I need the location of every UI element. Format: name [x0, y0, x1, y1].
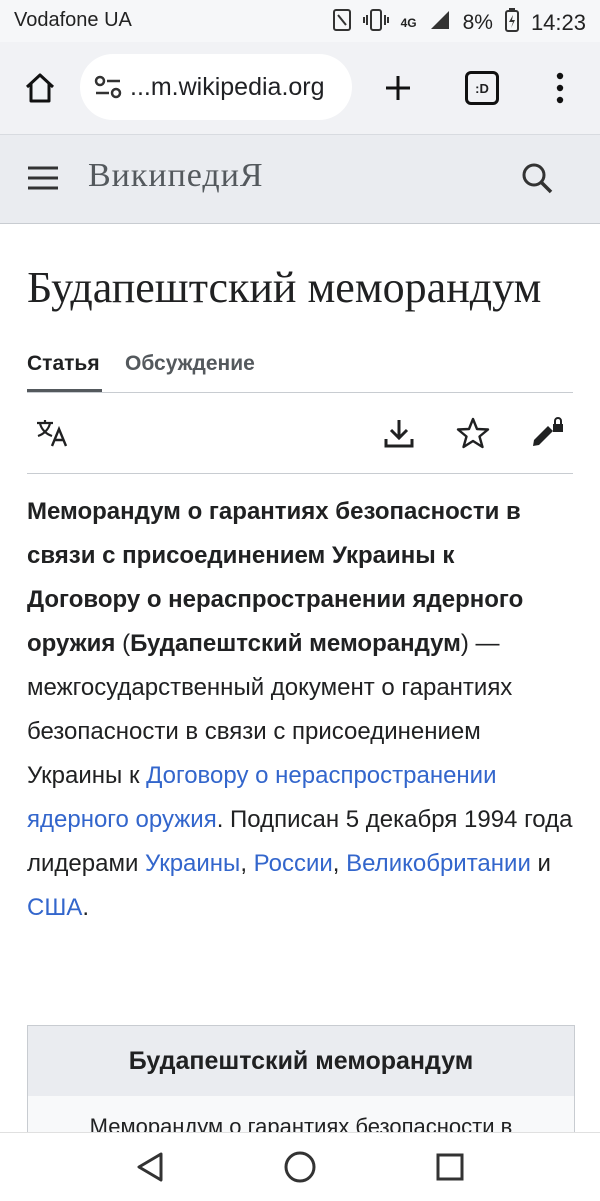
- search-button[interactable]: [520, 161, 554, 200]
- address-bar[interactable]: ...m.wikipedia.org: [80, 54, 352, 120]
- download-button[interactable]: [379, 413, 419, 453]
- nfc-icon: [332, 9, 351, 37]
- active-tab-indicator: [27, 389, 102, 392]
- lead-text: и: [530, 850, 551, 877]
- wikipedia-header: ВикипедиЯ: [0, 134, 600, 224]
- page-actions: [27, 393, 573, 474]
- lead-bold-alias: Будапештский меморандум: [130, 630, 461, 657]
- link-ukraine[interactable]: Украины: [145, 850, 240, 877]
- lead-text: (: [115, 630, 131, 657]
- home-icon: [25, 73, 55, 103]
- link-russia[interactable]: России: [254, 850, 333, 877]
- wikipedia-logo[interactable]: ВикипедиЯ: [88, 157, 264, 195]
- browser-toolbar: ...m.wikipedia.org :D: [0, 42, 600, 134]
- lead-paragraph: Меморандум о гарантиях безопасности в св…: [27, 490, 573, 930]
- clock: 14:23: [530, 10, 586, 35]
- infobox-title: Будапештский меморандум: [28, 1026, 574, 1096]
- hamburger-icon: [28, 166, 58, 190]
- language-button[interactable]: [33, 413, 73, 453]
- hamburger-menu-button[interactable]: [26, 165, 60, 196]
- more-vertical-icon: [556, 72, 564, 104]
- lead-text: ,: [332, 850, 347, 877]
- vibrate-icon: [362, 9, 389, 37]
- network-type: 4G: [400, 16, 417, 30]
- plus-icon: [386, 76, 410, 100]
- signal-icon: [429, 9, 451, 37]
- search-icon: [522, 163, 553, 194]
- menu-button[interactable]: [538, 66, 582, 110]
- new-tab-button[interactable]: [376, 66, 420, 110]
- article-tabs: Статья Обсуждение: [27, 344, 573, 393]
- back-triangle-icon: [137, 1152, 163, 1182]
- translate-icon: [37, 420, 68, 447]
- recents-button[interactable]: [430, 1147, 470, 1187]
- watch-button[interactable]: [453, 413, 493, 453]
- edit-lock-icon: [533, 417, 563, 446]
- site-settings-icon[interactable]: [94, 75, 122, 99]
- tab-discussion[interactable]: Обсуждение: [125, 352, 255, 376]
- download-icon: [384, 420, 414, 448]
- star-icon: [456, 417, 490, 449]
- url-text[interactable]: ...m.wikipedia.org: [130, 73, 325, 102]
- recents-square-icon: [436, 1153, 464, 1181]
- link-uk[interactable]: Великобритании: [346, 850, 531, 877]
- status-bar: Vodafone UA 4G 8% 14:23: [0, 0, 600, 42]
- battery-percent: 8%: [462, 11, 493, 34]
- tab-switcher-button[interactable]: :D: [460, 66, 504, 110]
- article-content: Будапештский меморандум Статья Обсуждени…: [27, 222, 573, 954]
- home-circle-icon: [284, 1151, 316, 1183]
- tab-article[interactable]: Статья: [27, 352, 100, 376]
- page-title: Будапештский меморандум: [27, 263, 542, 312]
- carrier-name: Vodafone UA: [14, 9, 132, 31]
- edit-protected-button[interactable]: [527, 413, 567, 453]
- status-icons: 4G 8% 14:23: [332, 8, 586, 38]
- system-navigation-bar: [0, 1132, 600, 1201]
- tab-count: :D: [465, 71, 499, 105]
- battery-icon: [504, 8, 519, 38]
- lead-text: .: [82, 894, 90, 921]
- home-button[interactable]: [18, 66, 62, 110]
- lead-text: ,: [240, 850, 254, 877]
- link-usa[interactable]: США: [27, 894, 82, 921]
- home-nav-button[interactable]: [280, 1147, 320, 1187]
- back-button[interactable]: [130, 1147, 170, 1187]
